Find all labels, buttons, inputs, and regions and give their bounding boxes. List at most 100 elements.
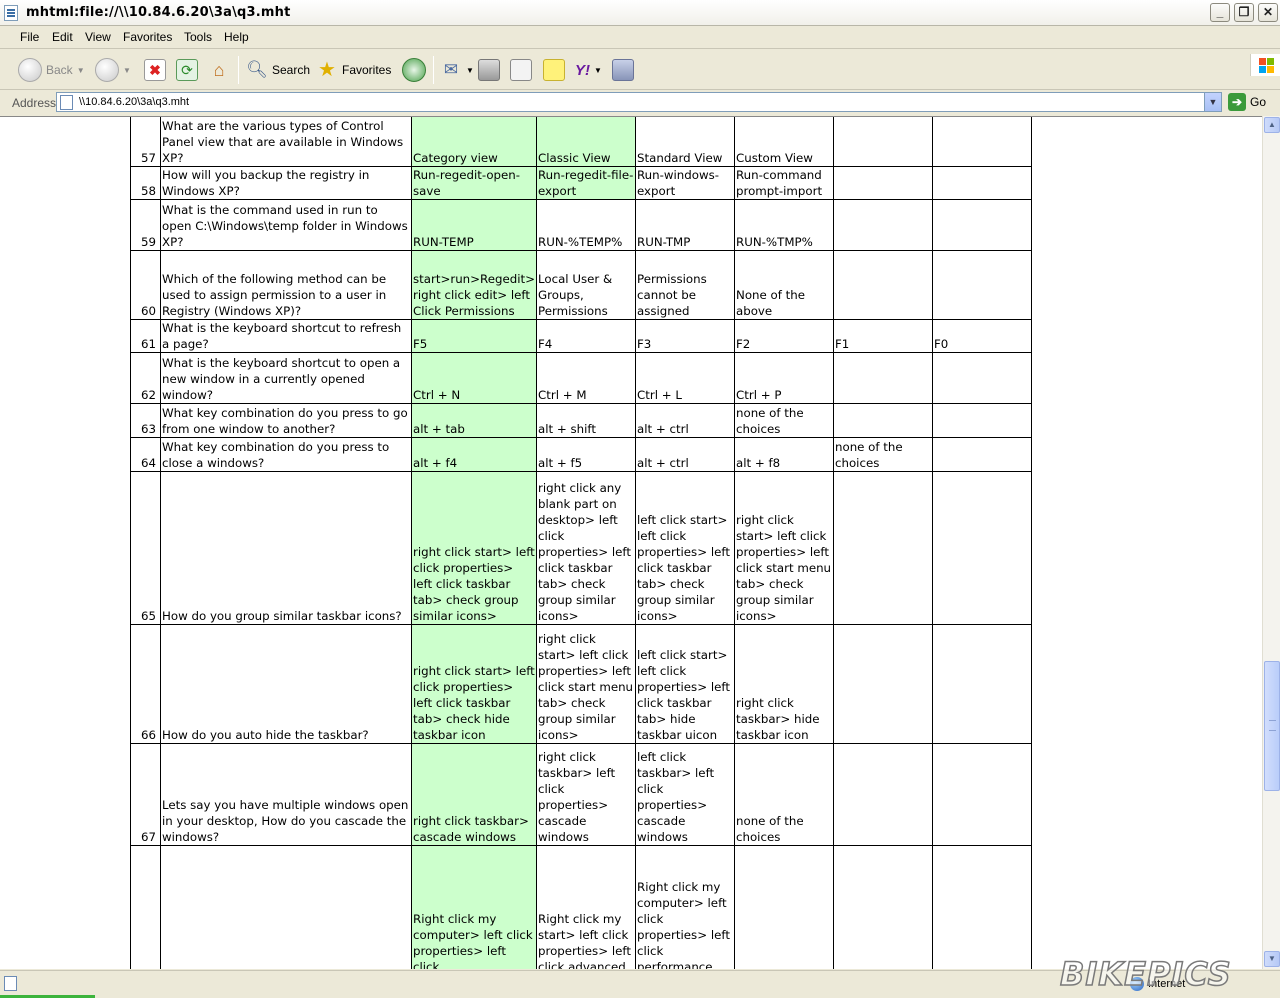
answer-cell: RUN-TEMP	[411, 199, 537, 251]
yahoo-icon: Y!	[575, 61, 590, 79]
refresh-button[interactable]: ⟳	[176, 57, 198, 83]
question-number: 63	[130, 403, 161, 438]
print-button[interactable]	[478, 57, 500, 83]
scroll-up-icon[interactable]: ▲	[1264, 117, 1280, 133]
answer-cell: F5	[411, 319, 537, 353]
edit-button[interactable]	[510, 57, 532, 83]
table-row: 58 How will you backup the registry in Wi…	[130, 166, 1032, 200]
table-row: 63 What key combination do you press to g…	[130, 403, 1032, 438]
menu-bar: File Edit View Favorites Tools Help	[0, 27, 1280, 76]
search-label: Search	[272, 63, 311, 77]
menu-edit[interactable]: Edit	[52, 30, 73, 44]
answer-cell: right click start> left click properties…	[411, 471, 537, 625]
window-title: mhtml:file://\\10.84.6.20\3a\q3.mht	[26, 5, 291, 20]
favorites-button[interactable]: ★ Favorites	[316, 57, 391, 83]
question-table: 57 What are the various types of Control …	[130, 117, 1032, 969]
table-row: 62 What is the keyboard shortcut to open …	[130, 352, 1032, 404]
answer-cell: right click taskbar> cascade windows	[411, 743, 537, 846]
forward-arrow-icon	[95, 58, 119, 82]
answer-cell: Right click my computer> left click prop…	[411, 845, 537, 969]
question-text: What key combination do you press to clo…	[160, 437, 412, 472]
answer-cell	[932, 352, 1032, 404]
table-row: 65 How do you group similar taskbar icons…	[130, 471, 1032, 625]
answer-cell: RUN-%TEMP%	[536, 199, 636, 251]
forward-button[interactable]: ▼	[95, 57, 131, 83]
answer-cell: right click start> left click properties…	[411, 624, 537, 744]
back-button[interactable]: Back ▼	[18, 57, 85, 83]
mail-button[interactable]: ✉ ▼	[440, 57, 474, 83]
stop-button[interactable]: ✖	[144, 57, 166, 83]
menu-favorites[interactable]: Favorites	[123, 30, 172, 44]
question-number: 61	[130, 319, 161, 353]
maximize-button[interactable]: ❐	[1234, 3, 1254, 22]
address-label: Address	[12, 96, 57, 110]
close-button[interactable]: ✕	[1258, 3, 1278, 22]
menu-view[interactable]: View	[85, 30, 111, 44]
question-text: What is the keyboard shortcut to refresh…	[160, 319, 412, 353]
history-button[interactable]	[402, 57, 426, 83]
answer-cell: Right click my computer> left click prop…	[635, 845, 735, 969]
menu-tools[interactable]: Tools	[184, 30, 212, 44]
scroll-thumb[interactable]	[1264, 661, 1280, 791]
answer-cell: Ctrl + L	[635, 352, 735, 404]
home-button[interactable]: ⌂	[208, 57, 230, 83]
address-dropdown-icon[interactable]: ▼	[1204, 93, 1221, 111]
research-icon	[612, 59, 634, 81]
go-button[interactable]: ➔ Go	[1228, 92, 1266, 112]
answer-cell: start>run>Regedit> right click edit> lef…	[411, 250, 537, 320]
scroll-down-icon[interactable]: ▼	[1264, 951, 1280, 967]
browser-window: mhtml:file://\\10.84.6.20\3a\q3.mht _ ❐ …	[0, 0, 1280, 998]
minimize-button[interactable]: _	[1210, 3, 1230, 22]
menu-file[interactable]: File	[20, 30, 39, 44]
vertical-scrollbar[interactable]: ▲ ▼	[1262, 116, 1280, 969]
refresh-icon: ⟳	[176, 59, 198, 81]
search-button[interactable]: 🔍︎ Search	[246, 57, 310, 83]
answer-cell: Custom View	[734, 117, 834, 167]
answer-cell: Ctrl + P	[734, 352, 834, 404]
answer-cell	[833, 624, 933, 744]
answer-cell: right click taskbar> left click properti…	[536, 743, 636, 846]
answer-cell	[833, 250, 933, 320]
menu-help[interactable]: Help	[224, 30, 249, 44]
answer-cell	[932, 437, 1032, 472]
answer-cell	[932, 250, 1032, 320]
answer-cell: alt + ctrl	[635, 403, 735, 438]
go-arrow-icon: ➔	[1228, 93, 1246, 111]
answer-cell	[833, 166, 933, 200]
question-text: What is the keyboard shortcut to open a …	[160, 352, 412, 404]
note-icon	[543, 59, 565, 81]
answer-cell: RUN-TMP	[635, 199, 735, 251]
answer-cell: F1	[833, 319, 933, 353]
table-row: 57 What are the various types of Control …	[130, 117, 1032, 167]
answer-cell: Ctrl + M	[536, 352, 636, 404]
research-button[interactable]	[612, 57, 634, 83]
table-row: 61 What is the keyboard shortcut to refre…	[130, 319, 1032, 353]
answer-cell: alt + f5	[536, 437, 636, 472]
answer-cell	[932, 624, 1032, 744]
search-icon: 🔍︎	[246, 60, 268, 79]
answer-cell: Permissions cannot be assigned	[635, 250, 735, 320]
answer-cell: Classic View	[536, 117, 636, 167]
answer-cell: Ctrl + N	[411, 352, 537, 404]
document-icon	[4, 5, 18, 21]
question-number: 59	[130, 199, 161, 251]
question-text: How do you group similar taskbar icons?	[160, 471, 412, 625]
address-input[interactable]: \\10.84.6.20\3a\q3.mht ▼	[56, 92, 1222, 112]
answer-cell	[932, 845, 1032, 969]
answer-cell: None of the above	[734, 250, 834, 320]
answer-cell: Local User & Groups, Permissions	[536, 250, 636, 320]
answer-cell: right click start> left click properties…	[536, 624, 636, 744]
favorites-label: Favorites	[342, 63, 392, 77]
question-text: Lets say you have multiple windows open …	[160, 743, 412, 846]
yahoo-button[interactable]: Y! ▼	[575, 57, 602, 83]
discuss-button[interactable]	[543, 57, 565, 83]
edit-page-icon	[510, 59, 532, 81]
answer-cell: alt + ctrl	[635, 437, 735, 472]
answer-cell	[833, 199, 933, 251]
answer-cell: Standard View	[635, 117, 735, 167]
answer-cell	[833, 743, 933, 846]
page-content: 57 What are the various types of Control …	[0, 116, 1262, 969]
answer-cell: left click start> left click properties>…	[635, 471, 735, 625]
table-row: 60 Which of the following method can be u…	[130, 250, 1032, 320]
address-bar: Address \\10.84.6.20\3a\q3.mht ▼ ➔ Go	[0, 91, 1280, 115]
